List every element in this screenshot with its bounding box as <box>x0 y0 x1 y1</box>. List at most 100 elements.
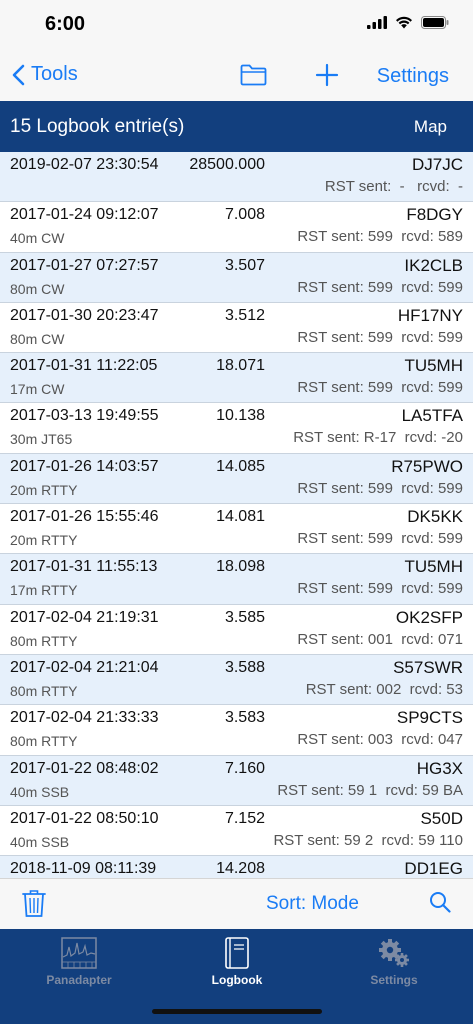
log-entry-row[interactable]: 2017-03-13 19:49:55 10.138 LA5TFA 30m JT65 R… <box>0 403 473 454</box>
panadapter-icon <box>61 937 97 969</box>
search-button[interactable] <box>429 891 451 918</box>
log-entry-row[interactable]: 2017-02-04 21:33:33 3.583 SP9CTS 80m RTTY RS… <box>0 705 473 756</box>
entry-frequency: 14.081 <box>216 508 265 526</box>
log-entry-row[interactable]: 2017-01-22 08:48:02 7.160 HG3X 40m SSB RST s… <box>0 755 473 806</box>
entry-datetime: 2017-01-22 08:50:10 <box>10 809 159 827</box>
entry-rst: RST sent: 59 2 rcvd: 59 110 <box>273 831 463 849</box>
log-entry-row[interactable]: 2017-01-24 09:12:07 7.008 F8DGY 40m CW RST s… <box>0 202 473 253</box>
log-entry-row[interactable]: 2017-01-30 20:23:47 3.512 HF17NY 80m CW RST … <box>0 302 473 354</box>
entry-datetime: 2017-01-26 15:55:46 <box>10 508 159 526</box>
log-entry-row[interactable]: 2017-01-26 14:03:57 14.085 R75PWO 20m RTTY R… <box>0 453 473 505</box>
entry-datetime: 2017-01-26 14:03:57 <box>10 457 159 475</box>
entry-frequency: 10.138 <box>216 407 265 425</box>
entry-band-mode: 80m RTTY <box>10 733 78 750</box>
entry-count-title: 15 Logbook entrie(s) <box>10 116 185 137</box>
entry-rst: RST sent: - rcvd: - <box>324 178 463 195</box>
sort-button[interactable]: Sort: Mode <box>266 893 359 915</box>
log-entry-row[interactable]: 2018-11-09 08:11:39 14.208 DD1EG <box>0 856 473 878</box>
entry-band-mode: 40m SSB <box>10 833 70 850</box>
tab-label: Panadapter <box>46 973 112 987</box>
entry-datetime: 2017-02-04 21:19:31 <box>10 608 159 626</box>
entry-datetime: 2017-02-04 21:21:04 <box>10 658 159 676</box>
entry-rst: RST sent: 599 rcvd: 599 <box>297 379 463 397</box>
entry-rst: RST sent: 59 1 rcvd: 59 BA <box>277 781 463 799</box>
log-entry-row[interactable]: 2017-01-27 07:27:57 3.507 IK2CLB 80m CW RST … <box>0 252 473 303</box>
entry-rst: RST sent: 599 rcvd: 599 <box>297 530 463 548</box>
entry-rst: RST sent: 599 rcvd: 599 <box>297 278 463 296</box>
entry-rst: RST sent: 599 rcvd: 599 <box>297 479 463 497</box>
entry-callsign: HF17NY <box>397 305 463 325</box>
home-indicator <box>152 1009 322 1014</box>
trash-icon <box>22 890 46 917</box>
log-entry-row[interactable]: 2017-02-04 21:21:04 3.588 S57SWR 80m RTTY RS… <box>0 654 473 706</box>
entry-datetime: 2017-01-22 08:48:02 <box>10 759 159 777</box>
entry-frequency: 7.152 <box>224 809 265 827</box>
entry-datetime: 2017-01-24 09:12:07 <box>10 206 159 224</box>
tab-panadapter[interactable]: Panadapter <box>19 933 139 993</box>
entry-callsign: S50D <box>420 808 463 828</box>
entry-band-mode: 20m RTTY <box>10 481 78 498</box>
entry-rst: RST sent: 599 rcvd: 589 <box>297 228 463 246</box>
back-button[interactable]: Tools <box>12 63 78 86</box>
entry-frequency: 3.512 <box>224 306 265 324</box>
log-entry-row[interactable]: 2017-01-26 15:55:46 14.081 DK5KK 20m RTTY RS… <box>0 504 473 555</box>
entry-callsign: DK5KK <box>407 507 463 527</box>
entry-frequency: 28500.000 <box>189 156 265 173</box>
status-icons <box>367 16 449 29</box>
logbook-header: 15 Logbook entrie(s) Map <box>0 101 473 152</box>
log-entry-row[interactable]: 2017-02-04 21:19:31 3.585 OK2SFP 80m RTTY RS… <box>0 604 473 655</box>
entry-frequency: 18.098 <box>216 558 265 576</box>
log-entry-row[interactable]: 2017-01-31 11:22:05 18.071 TU5MH 17m CW RST … <box>0 353 473 404</box>
nav-bar: Tools Settings <box>0 50 473 101</box>
entry-datetime: 2019-02-07 23:30:54 <box>10 156 159 173</box>
entry-frequency: 18.071 <box>216 357 265 375</box>
entry-frequency: 3.583 <box>224 709 265 727</box>
entry-callsign: F8DGY <box>406 205 463 225</box>
entry-band-mode: 40m CW <box>10 230 65 247</box>
wifi-icon <box>396 16 412 29</box>
entry-rst: RST sent: 002 rcvd: 53 <box>305 680 463 698</box>
bottom-toolbar: Sort: Mode <box>0 878 473 929</box>
folder-button[interactable] <box>240 64 267 91</box>
entry-frequency: 7.008 <box>224 206 265 224</box>
entry-datetime: 2017-02-04 21:33:33 <box>10 709 159 727</box>
log-entry-row[interactable]: 2017-01-31 11:55:13 18.098 TU5MH 17m RTTY RS… <box>0 554 473 605</box>
entry-datetime: 2017-03-13 19:49:55 <box>10 407 159 425</box>
entry-callsign: HG3X <box>416 758 463 778</box>
entry-datetime: 2017-01-31 11:22:05 <box>10 357 158 375</box>
logbook-list[interactable]: 2019-02-07 23:30:54 28500.000 DJ7JC RST sen… <box>0 152 473 878</box>
delete-button[interactable] <box>22 889 46 923</box>
entry-band-mode: 40m SSB <box>10 783 70 800</box>
signal-icon <box>367 16 387 29</box>
entry-frequency: 3.588 <box>224 658 265 676</box>
entry-band-mode: 80m RTTY <box>10 682 78 699</box>
tab-label: Settings <box>370 973 418 987</box>
entry-rst: RST sent: 003 rcvd: 047 <box>297 731 463 749</box>
tab-logbook[interactable]: Logbook <box>177 933 297 993</box>
logbook-icon <box>225 937 249 969</box>
tab-settings[interactable]: Settings <box>334 933 454 993</box>
entry-frequency: 3.507 <box>224 256 265 274</box>
entry-datetime: 2017-01-27 07:27:57 <box>10 256 159 274</box>
battery-icon <box>421 16 449 29</box>
map-button[interactable]: Map <box>414 117 447 137</box>
entry-rst: RST sent: 001 rcvd: 071 <box>297 630 463 648</box>
entry-callsign: IK2CLB <box>404 255 463 275</box>
log-entry-row[interactable]: 2019-02-07 23:30:54 28500.000 DJ7JC RST sen… <box>0 152 473 203</box>
status-time: 6:00 <box>45 13 86 35</box>
entry-callsign: OK2SFP <box>395 607 463 627</box>
gear-icon <box>379 939 409 967</box>
settings-button[interactable]: Settings <box>377 65 449 88</box>
entry-rst: RST sent: 599 rcvd: 599 <box>297 328 463 346</box>
status-bar: 6:00 <box>0 0 473 50</box>
back-label: Tools <box>31 63 78 85</box>
add-button[interactable] <box>315 63 339 92</box>
plus-icon <box>315 63 339 87</box>
folder-icon <box>240 64 267 86</box>
log-entry-row[interactable]: 2017-01-22 08:50:10 7.152 S50D 40m SSB RST s… <box>0 805 473 857</box>
entry-callsign: SP9CTS <box>396 708 463 728</box>
entry-callsign: R75PWO <box>391 456 463 476</box>
entry-datetime: 2018-11-09 08:11:39 <box>10 860 157 878</box>
entry-callsign: LA5TFA <box>401 406 463 426</box>
entry-callsign: S57SWR <box>393 657 463 677</box>
